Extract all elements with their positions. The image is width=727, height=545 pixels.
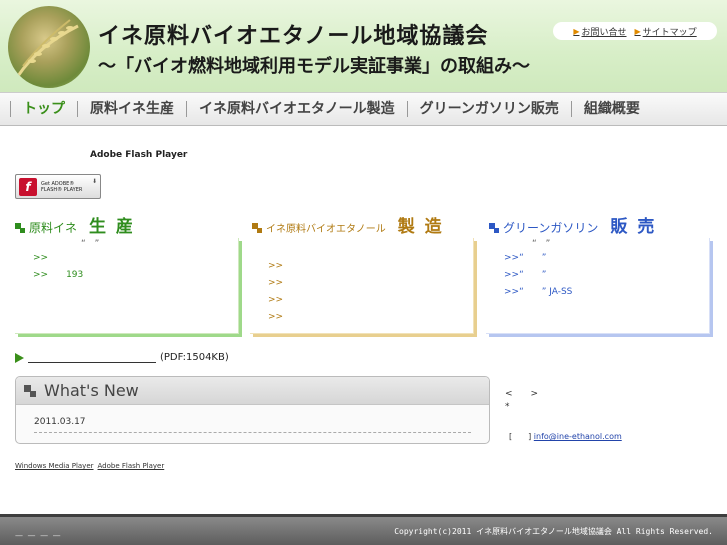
triangle-icon: ▶ [634, 26, 641, 36]
flash-notice: Adobe Flash Player [90, 150, 188, 160]
squares-icon [252, 223, 262, 233]
section-production-heading[interactable]: 原料イネ 生 産 [15, 212, 135, 237]
pdf-link-underline[interactable] [28, 352, 156, 363]
nav-item-manufacturing[interactable]: イネ原料バイオエタノール製造 [186, 101, 407, 117]
contact-link[interactable]: ▶ お問い合せ [573, 25, 626, 38]
production-link-2[interactable]: >> 193 [33, 267, 238, 284]
manufacturing-prefix: イネ原料バイオエタノール [266, 224, 386, 235]
production-link-1[interactable]: >> [33, 250, 238, 267]
footer: — — — — Copyright(c)2011 イネ原料バイオエタノール地域協… [0, 514, 727, 545]
sales-box: “ ” >>“ ” >>“ ” >>“ ” JA-SS [486, 238, 710, 334]
utility-links: ▶ お問い合せ ▶ サイトマップ [553, 22, 717, 40]
plugin-links: Windows Media Player Adobe Flash Player [15, 462, 164, 470]
manufacturing-box: >> >> >> >> [250, 238, 474, 334]
adobe-flash-player-link[interactable]: Adobe Flash Player [98, 462, 165, 470]
site-subtitle: 〜「バイオ燃料地域利用モデル実証事業」の取組み〜 [98, 56, 530, 77]
sales-prefix: グリーンガソリン [503, 221, 599, 235]
pdf-size: (PDF:1504KB) [160, 352, 229, 363]
nav-item-organization[interactable]: 組織概要 [570, 101, 652, 117]
site-title: イネ原料バイオエタノール地域協議会 [98, 24, 489, 49]
nav-item-production[interactable]: 原料イネ生産 [77, 101, 186, 117]
arrow-right-icon [15, 352, 24, 363]
nav-item-sales[interactable]: グリーンガソリン販売 [406, 101, 571, 117]
pdf-download[interactable]: (PDF:1504KB) [15, 352, 229, 363]
side-line-2: * [505, 402, 510, 412]
contact-label: お問い合せ [581, 27, 627, 38]
get-flash-button[interactable]: f Get ADOBE® FLASH® PLAYER ⬇ [15, 174, 101, 199]
footer-links[interactable]: — — — — [15, 531, 62, 540]
page: イネ原料バイオエタノール地域協議会 〜「バイオ燃料地域利用モデル実証事業」の取組… [0, 0, 727, 545]
whats-new-header: What's New [16, 377, 489, 405]
nav-item-top[interactable]: トップ [10, 101, 77, 117]
sitemap-link[interactable]: ▶ サイトマップ [635, 25, 697, 38]
news-divider [34, 432, 471, 433]
squares-icon [489, 223, 499, 233]
rice-logo[interactable] [8, 6, 90, 88]
copyright: Copyright(c)2011 イネ原料バイオエタノール地域協議会 All R… [394, 527, 713, 536]
squares-icon [24, 384, 36, 397]
email-prefix: [ ] [509, 432, 532, 441]
news-date: 2011.03.17 [34, 417, 86, 427]
flash-badge-line2: FLASH® PLAYER [41, 186, 83, 193]
sales-quote: “ ” [532, 239, 551, 249]
side-line-1: < > [505, 389, 539, 399]
download-icon: ⬇ [91, 178, 97, 185]
whats-new-panel: What's New 2011.03.17 [15, 376, 490, 444]
manufacturing-link-4[interactable]: >> [268, 309, 473, 326]
section-sales-heading[interactable]: グリーンガソリン 販 売 [489, 212, 656, 237]
email-contact: [ ] info@ine-ethanol.com [509, 431, 622, 442]
sitemap-label: サイトマップ [642, 27, 697, 38]
sales-link-3[interactable]: >>“ ” JA-SS [504, 284, 709, 301]
production-box: “ ” >> >> 193 [15, 238, 239, 334]
sales-link-1[interactable]: >>“ ” [504, 250, 709, 267]
sales-link-2[interactable]: >>“ ” [504, 267, 709, 284]
sales-title: 販 売 [610, 217, 657, 237]
section-manufacturing-heading[interactable]: イネ原料バイオエタノール 製 造 [252, 212, 444, 237]
squares-icon [15, 223, 25, 233]
rice-ear-icon [16, 19, 79, 77]
flash-icon: f [19, 177, 37, 196]
production-quote: “ ” [81, 239, 100, 249]
manufacturing-link-2[interactable]: >> [268, 275, 473, 292]
manufacturing-title: 製 造 [397, 217, 444, 237]
triangle-icon: ▶ [573, 26, 580, 36]
manufacturing-link-3[interactable]: >> [268, 292, 473, 309]
production-title: 生 産 [89, 217, 135, 237]
flash-badge-text: Get ADOBE® FLASH® PLAYER [41, 181, 82, 193]
production-prefix: 原料イネ [29, 221, 78, 235]
side-info: < > * [505, 388, 538, 414]
whats-new-title: What's New [44, 381, 139, 400]
main-nav: トップ 原料イネ生産 イネ原料バイオエタノール製造 グリーンガソリン販売 組織概… [0, 92, 727, 126]
manufacturing-link-1[interactable]: >> [268, 258, 473, 275]
windows-media-player-link[interactable]: Windows Media Player [15, 462, 94, 470]
email-link[interactable]: info@ine-ethanol.com [534, 432, 622, 441]
header: イネ原料バイオエタノール地域協議会 〜「バイオ燃料地域利用モデル実証事業」の取組… [0, 0, 727, 92]
